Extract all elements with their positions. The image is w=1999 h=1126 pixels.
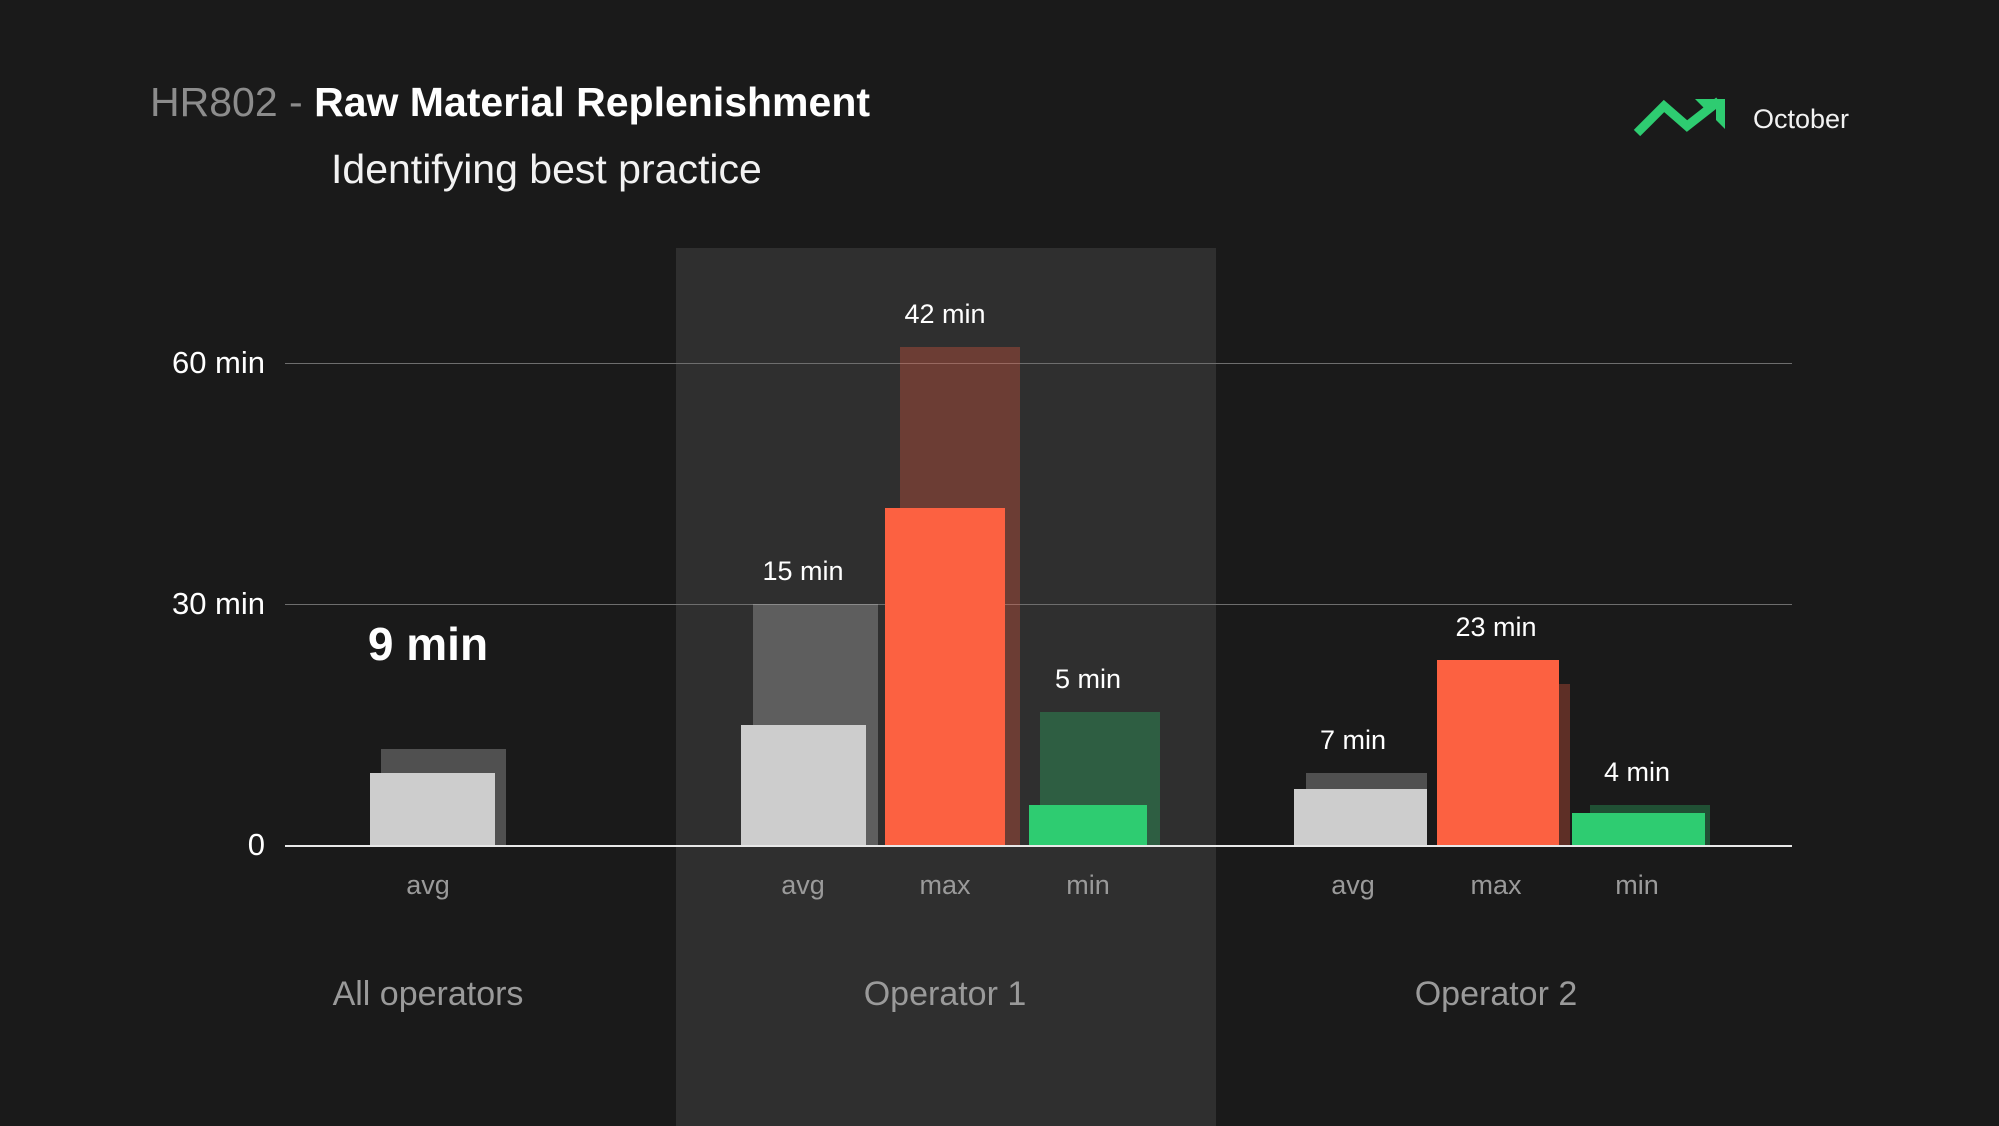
bar-value-label: 42 min <box>904 298 986 329</box>
y-axis-tick-label: 60 min <box>171 345 265 380</box>
gridline-30 <box>285 604 1792 605</box>
group-label-operator-2: Operator 2 <box>1414 975 1578 1013</box>
bar-operator-2-avg[interactable] <box>1294 788 1427 845</box>
bar-value-label: 15 min <box>762 556 844 586</box>
bar-value-label: 5 min <box>1054 664 1122 695</box>
x-axis-label-min: min <box>1066 870 1110 900</box>
x-axis-label-min: min <box>1615 870 1659 900</box>
y-axis-tick-label: 30 min <box>171 586 265 621</box>
bar-operator-2-min[interactable] <box>1572 812 1705 845</box>
y-axis-tick-label: 0 <box>247 827 265 862</box>
group-label-operator-1: Operator 1 <box>863 975 1027 1013</box>
bar-value-label: 4 min <box>1603 756 1671 787</box>
group-label-all-operators: All operators <box>332 975 524 1013</box>
bar-value-label: 7 min <box>1319 724 1387 755</box>
bar-operator-2-max[interactable] <box>1437 660 1559 845</box>
bar-chart: 0 30 min 60 min 9 min avg All operators 15 min… <box>0 0 1999 1126</box>
bar-value-label: 9 min <box>367 617 489 670</box>
slide-canvas: HR802 - Raw Material Replenishment Ident… <box>0 0 1999 1126</box>
bar-all-operators-avg[interactable] <box>370 772 495 845</box>
bar-operator-1-avg[interactable] <box>741 724 866 845</box>
x-axis-label-avg: avg <box>406 870 450 900</box>
gridline-60 <box>285 363 1792 364</box>
x-axis-line <box>285 845 1792 847</box>
bar-value-label: 23 min <box>1455 612 1537 643</box>
bar-operator-1-min[interactable] <box>1029 804 1147 845</box>
